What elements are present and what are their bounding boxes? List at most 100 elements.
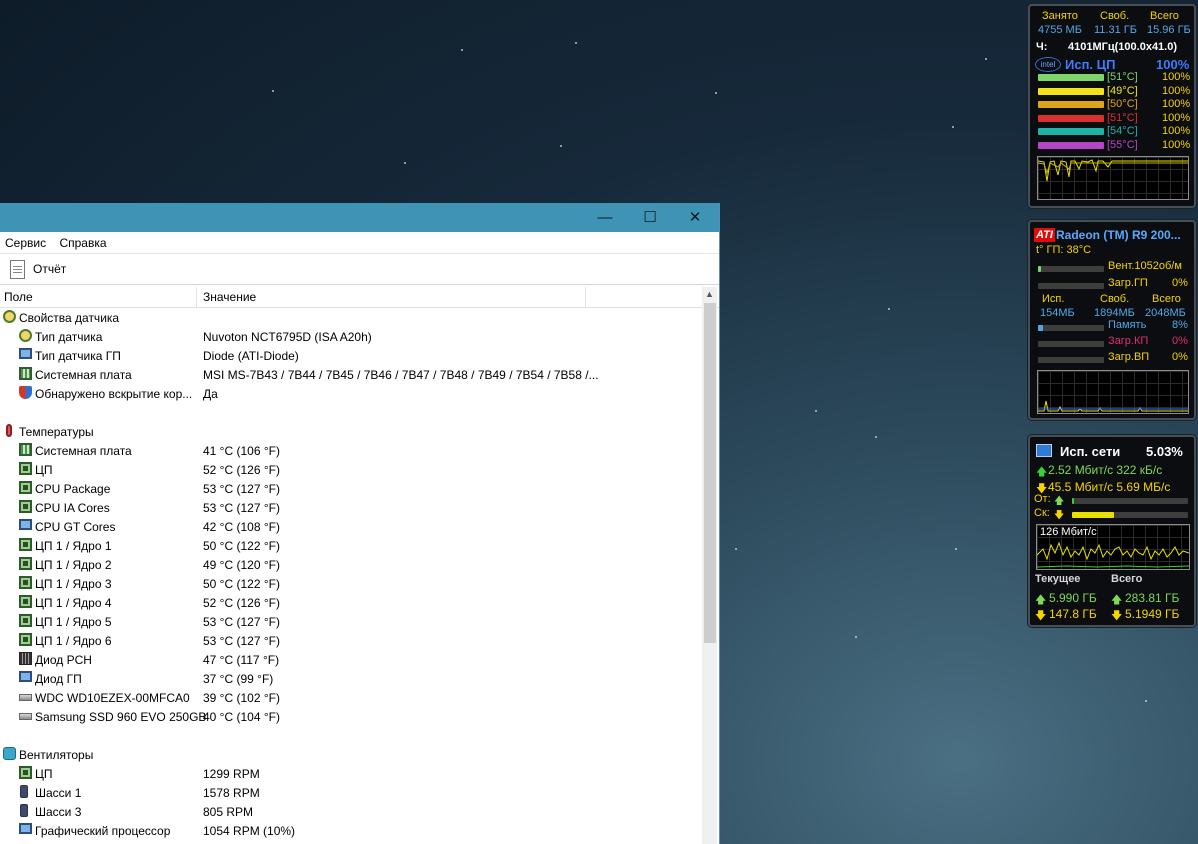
gpu-vp-label: Загр.ВП: [1108, 351, 1150, 363]
tree-row[interactable]: ЦП 1 / Ядро 5 53 °C (127 °F): [0, 612, 700, 631]
field-value: Nuvoton NCT6795D (ISA A20h): [203, 330, 372, 344]
network-gadget[interactable]: Исп. сети 5.03% 🡅 2.52 Мбит/с 322 кБ/с 🡇…: [1028, 435, 1196, 627]
field-value: 47 °C (117 °F): [203, 653, 280, 667]
tree-row[interactable]: Samsung SSD 960 EVO 250GB 40 °C (104 °F): [0, 707, 700, 726]
column-value[interactable]: Значение: [203, 290, 256, 304]
mem-total-header: Всего: [1150, 10, 1179, 22]
field-value: 1054 RPM (10%): [203, 824, 296, 838]
ot-bar-fill: [1072, 498, 1075, 504]
tree-row[interactable]: Шасси 1 1578 RPM: [0, 783, 700, 802]
current-up: 5.990 ГБ: [1049, 591, 1097, 605]
gpu-graph-line: [1038, 400, 1188, 412]
field-label: ЦП: [35, 463, 53, 477]
tree-row[interactable]: ЦП 1 / Ядро 6 53 °C (127 °F): [0, 631, 700, 650]
freq-value: 4101МГц(100.0x41.0): [1068, 41, 1178, 53]
tree-row[interactable]: ЦП 1 / Ядро 1 50 °C (122 °F): [0, 536, 700, 555]
core-load-value: 100%: [1162, 125, 1191, 137]
cpu-gadget[interactable]: Занято Своб. Всего 4755 МБ 11.31 ГБ 15.9…: [1028, 4, 1196, 208]
star: [575, 42, 577, 44]
maximize-icon[interactable]: ☐: [627, 203, 673, 232]
tree-row[interactable]: CPU GT Cores 42 °C (108 °F): [0, 517, 700, 536]
core-load-value: 100%: [1162, 98, 1191, 110]
gpu-load-value: 0%: [1172, 277, 1188, 289]
field-label: Диод PCH: [35, 653, 92, 667]
core-load-value: 100%: [1162, 111, 1191, 124]
tree-row[interactable]: ЦП 52 °C (126 °F): [0, 460, 700, 479]
field-label: ЦП 1 / Ядро 2: [35, 558, 112, 572]
tree-group[interactable]: Свойства датчика: [0, 308, 700, 327]
tree-group[interactable]: Вентиляторы: [0, 745, 700, 764]
mem-free-header: Своб.: [1100, 10, 1130, 22]
field-label: Вентиляторы: [19, 748, 94, 762]
upload-speed: 2.52 Мбит/с 322 кБ/с: [1048, 463, 1163, 477]
report-button[interactable]: Отчёт: [33, 262, 66, 276]
total-down: 5.1949 ГБ: [1125, 607, 1180, 621]
field-label: Тип датчика: [35, 330, 103, 344]
core-temp: [55°C]: [1107, 138, 1138, 151]
mem-free-value: 11.31 ГБ: [1094, 24, 1137, 36]
chip-icon: [19, 462, 32, 475]
tree-row[interactable]: Диод ГП 37 °C (99 °F): [0, 669, 700, 688]
tree-row[interactable]: ЦП 1 / Ядро 3 50 °C (122 °F): [0, 574, 700, 593]
field-label: CPU GT Cores: [35, 520, 116, 534]
column-separator[interactable]: [585, 287, 586, 307]
star: [985, 58, 987, 60]
tree-row[interactable]: Графический процессор 1054 RPM (10%): [0, 821, 700, 840]
core-load-bar: [1038, 74, 1104, 81]
field-label: ЦП 1 / Ядро 5: [35, 615, 112, 629]
tree-row[interactable]: Шасси 3 805 RPM: [0, 802, 700, 821]
tree-row[interactable]: CPU IA Cores 53 °C (127 °F): [0, 498, 700, 517]
minimize-icon[interactable]: —: [582, 203, 628, 232]
tree-row[interactable]: ЦП 1299 RPM: [0, 764, 700, 783]
star: [888, 308, 890, 310]
field-label: Шасси 1: [35, 786, 82, 800]
scroll-up-icon[interactable]: ▲: [705, 289, 714, 299]
column-separator[interactable]: [196, 287, 197, 307]
tree-row[interactable]: Диод PCH 47 °C (117 °F): [0, 650, 700, 669]
sk-arrow-icon: 🡇: [1054, 510, 1065, 521]
close-icon[interactable]: ✕: [672, 203, 718, 232]
scroll-thumb[interactable]: [704, 303, 716, 643]
report-icon[interactable]: [10, 259, 25, 279]
field-label: CPU IA Cores: [35, 501, 110, 515]
field-label: ЦП: [35, 767, 53, 781]
chip-icon: [19, 576, 32, 589]
mem-total-value: 15.96 ГБ: [1147, 24, 1191, 36]
star: [815, 410, 817, 412]
tree-row[interactable]: CPU Package 53 °C (127 °F): [0, 479, 700, 498]
field-value: 1578 RPM: [203, 786, 260, 800]
field-value: Да: [203, 387, 218, 401]
net-title: Исп. сети: [1060, 444, 1121, 459]
vram-total-header: Всего: [1152, 293, 1181, 305]
tree-row[interactable]: Тип датчика Nuvoton NCT6795D (ISA A20h): [0, 327, 700, 346]
net-graph-label: 126 Мбит/с: [1040, 526, 1097, 538]
vram-used-value: 154МБ: [1040, 307, 1075, 319]
field-value: 41 °C (106 °F): [203, 444, 280, 458]
monitor-icon: [19, 519, 32, 530]
gpu-gadget[interactable]: ATI Radeon (TM) R9 200... t° ГП: 38°C Ве…: [1028, 220, 1196, 420]
tree-row[interactable]: Системная плата 41 °C (106 °F): [0, 441, 700, 460]
gpu-mem-bar-fill: [1038, 325, 1044, 331]
gpu-mem-label: Память: [1108, 319, 1147, 331]
tree-row[interactable]: Системная плата MSI MS-7B43 / 7B44 / 7B45…: [0, 365, 700, 384]
tree-group[interactable]: Температуры: [0, 422, 700, 441]
tree-row[interactable]: ЦП 1 / Ядро 4 52 °C (126 °F): [0, 593, 700, 612]
tree-row[interactable]: Тип датчика ГП Diode (ATI-Diode): [0, 346, 700, 365]
tree-row[interactable]: ЦП 1 / Ядро 2 49 °C (120 °F): [0, 555, 700, 574]
chip-icon: [19, 614, 32, 627]
gpu-kp-value: 0%: [1172, 335, 1188, 347]
vertical-scrollbar[interactable]: ▲: [702, 287, 717, 844]
menu-help[interactable]: Справка: [54, 232, 111, 250]
title-bar[interactable]: — ☐ ✕: [0, 203, 719, 232]
column-field[interactable]: Поле: [4, 290, 33, 304]
sk-label: Ск:: [1034, 507, 1050, 519]
field-value: MSI MS-7B43 / 7B44 / 7B45 / 7B46 / 7B47 …: [203, 368, 599, 382]
field-value: 805 RPM: [203, 805, 254, 819]
core-load-bar: [1038, 87, 1104, 95]
tree-row[interactable]: WDC WD10EZEX-00MFCA0 39 °C (102 °F): [0, 688, 700, 707]
core-load-bar: [1038, 128, 1104, 135]
tree-row[interactable]: Обнаружено вскрытие кор... Да: [0, 384, 700, 403]
field-value: 37 °C (99 °F): [203, 672, 274, 686]
menu-service[interactable]: Сервис: [0, 232, 51, 250]
ot-bar: [1072, 498, 1188, 504]
